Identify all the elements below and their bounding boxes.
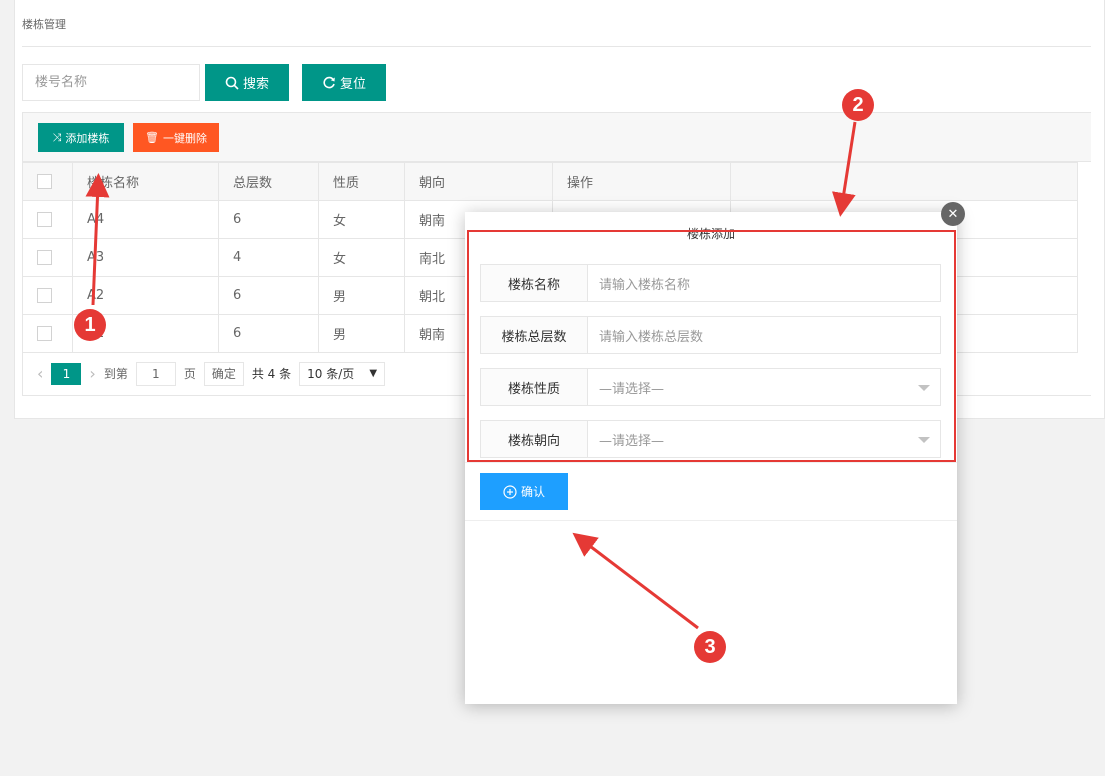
table-header-row: 楼栋名称 总层数 性质 朝向 操作 bbox=[22, 162, 1078, 201]
next-page-icon[interactable]: › bbox=[89, 364, 95, 383]
col-header: 操作 bbox=[552, 162, 731, 201]
col-header: 楼栋名称 bbox=[72, 162, 219, 201]
row-checkbox[interactable] bbox=[37, 250, 52, 265]
cell-floors: 6 bbox=[218, 314, 319, 353]
cell-floors: 6 bbox=[218, 200, 319, 239]
search-icon bbox=[225, 76, 239, 90]
shuffle-icon: ⤨ bbox=[52, 130, 62, 144]
cell-type: 男 bbox=[318, 276, 405, 315]
cell-name: A3 bbox=[72, 238, 219, 277]
reset-button[interactable]: 复位 bbox=[302, 64, 386, 101]
annotation-marker: 1 bbox=[74, 309, 106, 341]
title-divider bbox=[22, 46, 1091, 47]
page-size-select[interactable]: 10 条/页 ▼ bbox=[299, 361, 386, 386]
goto-page-input[interactable]: 1 bbox=[135, 361, 176, 386]
row-checkbox[interactable] bbox=[37, 212, 52, 227]
select-all-checkbox[interactable] bbox=[37, 174, 52, 189]
cell-floors: 6 bbox=[218, 276, 319, 315]
annotation-marker: 2 bbox=[842, 89, 874, 121]
col-header: 朝向 bbox=[404, 162, 553, 201]
col-header: 性质 bbox=[318, 162, 405, 201]
search-button-label: 搜索 bbox=[242, 77, 269, 92]
cell-type: 女 bbox=[318, 238, 405, 277]
modal-divider bbox=[465, 520, 957, 521]
page-size-value: 10 条/页 bbox=[307, 367, 355, 381]
page-number-current[interactable]: 1 bbox=[51, 362, 82, 385]
row-checkbox[interactable] bbox=[37, 326, 52, 341]
chevron-down-icon: ▼ bbox=[369, 368, 378, 379]
plus-circle-icon bbox=[503, 484, 517, 499]
confirm-button[interactable]: 确认 bbox=[480, 473, 568, 510]
batch-delete-button[interactable]: 🗑 一键删除 bbox=[133, 123, 219, 152]
page-label: 页 bbox=[183, 367, 196, 381]
table-toolbar: ⤨ 添加楼栋 🗑 一键删除 bbox=[22, 112, 1091, 162]
trash-icon: 🗑 bbox=[145, 131, 159, 144]
search-input[interactable] bbox=[22, 64, 200, 101]
close-icon[interactable]: ✕ bbox=[941, 202, 965, 226]
add-building-label: 添加楼栋 bbox=[65, 131, 110, 145]
goto-confirm-button[interactable]: 确定 bbox=[203, 361, 244, 386]
annotation-highlight-box bbox=[467, 230, 956, 462]
refresh-icon bbox=[323, 76, 335, 88]
cell-name: A4 bbox=[72, 200, 219, 239]
modal-divider bbox=[465, 462, 957, 463]
annotation-marker: 3 bbox=[694, 631, 726, 663]
cell-type: 女 bbox=[318, 200, 405, 239]
goto-label: 到第 bbox=[103, 367, 128, 381]
search-button[interactable]: 搜索 bbox=[205, 64, 289, 101]
cell-floors: 4 bbox=[218, 238, 319, 277]
batch-delete-label: 一键删除 bbox=[162, 131, 207, 145]
confirm-label: 确认 bbox=[520, 485, 545, 499]
reset-button-label: 复位 bbox=[339, 77, 366, 92]
page-title: 楼栋管理 bbox=[22, 18, 66, 31]
row-checkbox[interactable] bbox=[37, 288, 52, 303]
col-header: 总层数 bbox=[218, 162, 319, 201]
total-count: 共 4 条 bbox=[251, 367, 292, 381]
cell-type: 男 bbox=[318, 314, 405, 353]
add-building-button[interactable]: ⤨ 添加楼栋 bbox=[38, 123, 124, 152]
prev-page-icon[interactable]: ‹ bbox=[37, 364, 43, 383]
